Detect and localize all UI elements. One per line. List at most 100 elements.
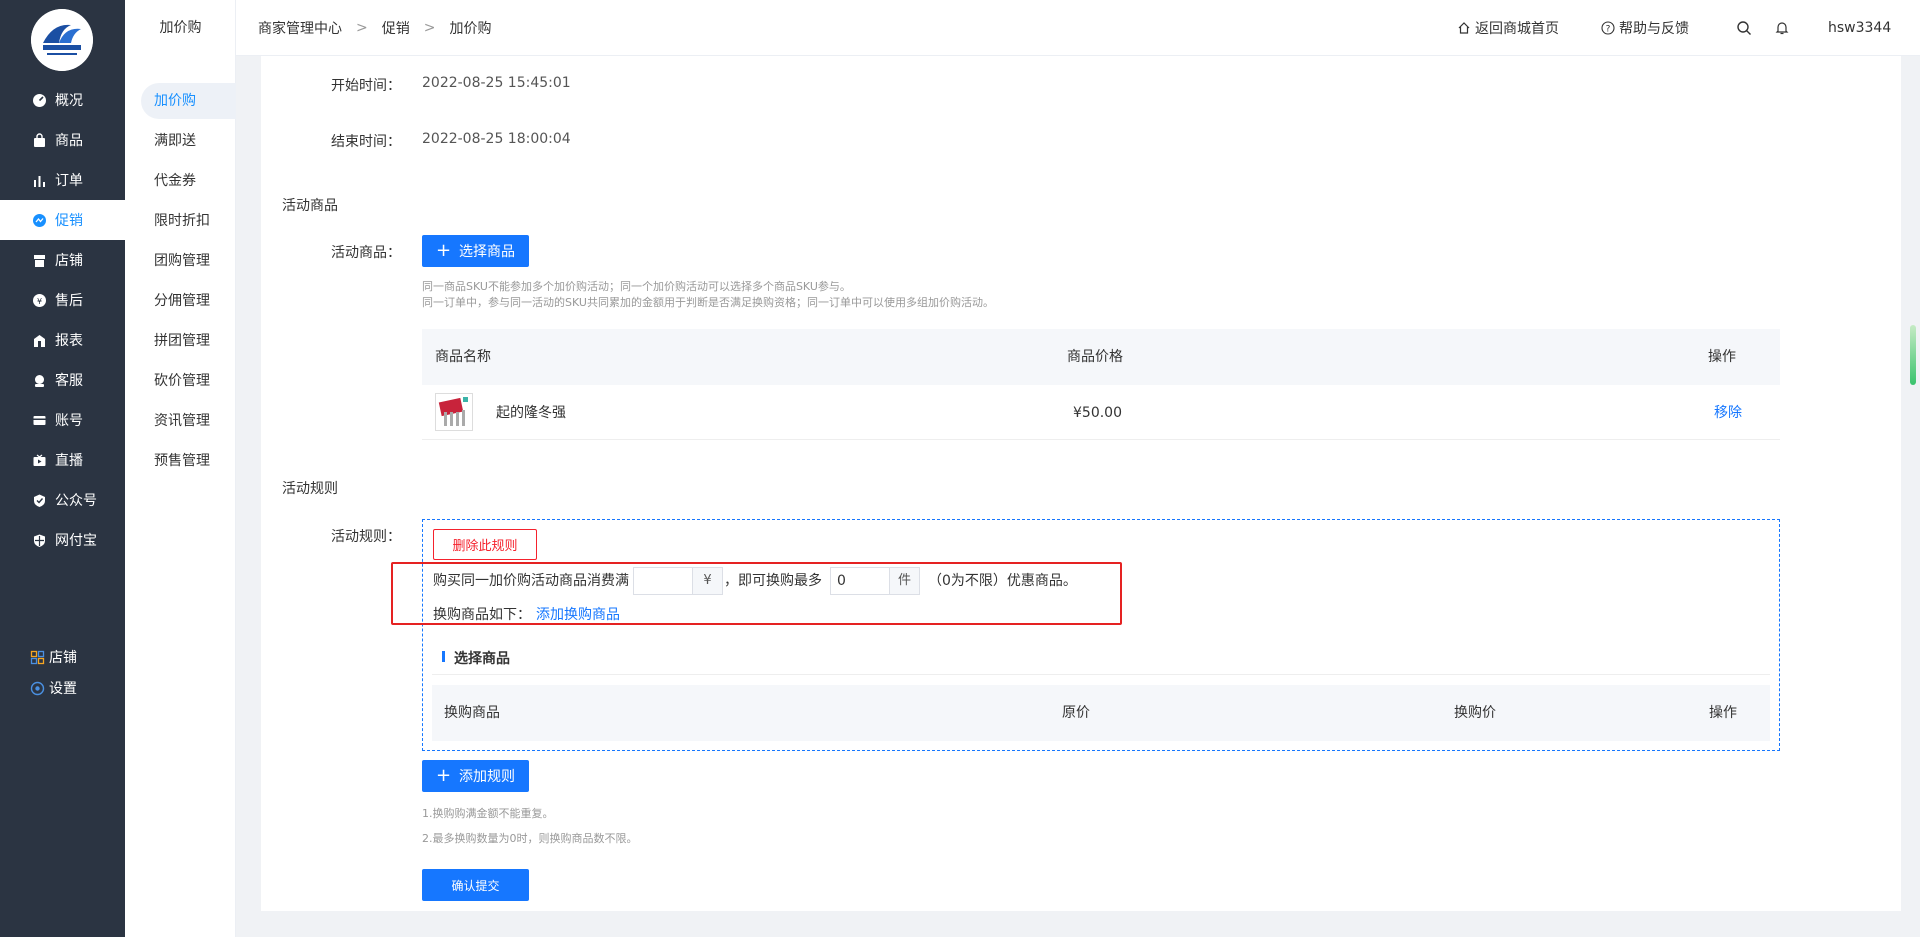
delete-rule-button[interactable]: 删除此规则	[433, 529, 537, 560]
remove-goods-link[interactable]: 移除	[1714, 385, 1742, 441]
goods-thumbnail	[435, 393, 473, 431]
col-goods-price: 商品价格	[1067, 349, 1123, 365]
bag-icon	[32, 132, 47, 148]
sidebar-item-label: 订单	[55, 173, 83, 189]
sidebar-item-label: 促销	[55, 213, 83, 229]
goods-price: ¥50.00	[1073, 405, 1122, 421]
avatar[interactable]	[1810, 21, 1824, 35]
sidebar-item-11[interactable]: 网付宝	[0, 520, 125, 560]
shield-icon	[32, 533, 47, 548]
breadcrumb-merchant[interactable]: 商家管理中心	[258, 18, 342, 38]
promo-icon	[32, 213, 47, 228]
highlight-annotation	[391, 562, 1122, 625]
subbar-title: 加价购	[159, 20, 202, 36]
top-header: 商家管理中心 > 促销 > 加价购 返回商城首页 ? 帮助与反馈 hsw3344	[236, 0, 1920, 56]
subbar-item-9[interactable]: 预售管理	[141, 443, 236, 479]
add-rule-label: 添加规则	[459, 769, 516, 785]
search-icon[interactable]	[1736, 20, 1752, 36]
username[interactable]: hsw3344	[1828, 20, 1891, 36]
exchange-table: 换购商品 原价 换购价 操作	[432, 685, 1770, 741]
help-feedback-link[interactable]: ? 帮助与反馈	[1601, 18, 1689, 38]
sidebar-item-9[interactable]: 直播	[0, 440, 125, 480]
rule-note-2: 2.最多换购数量为0时，则换购商品数不限。	[422, 832, 638, 845]
subbar-item-7[interactable]: 砍价管理	[141, 363, 236, 399]
exchange-table-header: 换购商品 原价 换购价 操作	[432, 685, 1770, 741]
subbar-item-5[interactable]: 分佣管理	[141, 283, 236, 319]
breadcrumb-separator: >	[356, 20, 368, 36]
report-icon	[32, 333, 47, 348]
scrollbar-thumb[interactable]	[1910, 325, 1916, 385]
sidebar-item-label: 账号	[55, 413, 83, 429]
select-goods-title: 选择商品	[454, 651, 510, 667]
goods-table: 商品名称 商品价格 操作 起的隆冬强 ¥50.00 移除	[422, 329, 1780, 440]
plus-icon: +	[435, 240, 452, 261]
subbar-item-1[interactable]: 满即送	[141, 123, 236, 159]
sidebar-item-label: 报表	[55, 333, 83, 349]
sidebar-item-label: 公众号	[55, 493, 97, 509]
subbar-item-4[interactable]: 团购管理	[141, 243, 236, 279]
sidebar-item-1[interactable]: 商品	[0, 120, 125, 160]
sidebar-bottom-label: 店铺	[49, 650, 77, 666]
breadcrumb-promo[interactable]: 促销	[382, 18, 410, 38]
grid-icon	[30, 650, 45, 665]
goods-name: 起的隆冬强	[496, 405, 566, 421]
sidebar-item-7[interactable]: 客服	[0, 360, 125, 400]
sidebar-item-2[interactable]: 订单	[0, 160, 125, 200]
breadcrumb-separator: >	[423, 20, 436, 36]
col-goods-action: 操作	[1708, 349, 1736, 365]
sidebar-item-label: 概况	[55, 93, 83, 109]
sidebar-bottom-item-0[interactable]: 店铺	[30, 647, 77, 667]
goods-label: 活动商品：	[331, 245, 401, 261]
bar-chart-icon	[32, 173, 47, 188]
col-exchange-price: 换购价	[1454, 705, 1496, 721]
sidebar-item-4[interactable]: 店铺	[0, 240, 125, 280]
sidebar-item-6[interactable]: 报表	[0, 320, 125, 360]
sub-sidebar: 加价购 加价购满即送代金券限时折扣团购管理分佣管理拼团管理砍价管理资讯管理预售管…	[125, 0, 236, 937]
subbar-item-0[interactable]: 加价购	[141, 83, 236, 119]
divider	[432, 674, 1770, 675]
sidebar-item-label: 直播	[55, 453, 83, 469]
section-marker	[442, 651, 445, 662]
goods-table-header: 商品名称 商品价格 操作	[422, 329, 1780, 385]
dashboard-icon	[32, 93, 47, 108]
store-icon	[32, 253, 47, 268]
main-sidebar: 概况商品订单促销店铺 ¥ 售后报表客服账号直播公众号网付宝 店铺设置	[0, 0, 125, 937]
subbar-item-8[interactable]: 资讯管理	[141, 403, 236, 439]
svg-text:¥: ¥	[37, 297, 42, 306]
sidebar-bottom-label: 设置	[49, 681, 77, 697]
sidebar-item-label: 售后	[55, 293, 83, 309]
sidebar-bottom-item-1[interactable]: 设置	[30, 678, 77, 698]
card-icon	[32, 413, 47, 428]
submit-button[interactable]: 确认提交	[422, 869, 529, 901]
rule-box: 删除此规则 购买同一加价购活动商品消费满 ¥ ，即可换购最多 0 件 （0为不限…	[422, 519, 1780, 751]
back-home-link[interactable]: 返回商城首页	[1457, 18, 1559, 38]
sidebar-item-0[interactable]: 概况	[0, 80, 125, 120]
goods-hint-2: 同一订单中，参与同一活动的SKU共同累加的金额用于判断是否满足换购资格；同一订单…	[422, 296, 994, 309]
add-rule-button[interactable]: + 添加规则	[422, 760, 529, 792]
select-goods-label: 选择商品	[459, 244, 516, 260]
breadcrumb: 商家管理中心 > 促销 > 加价购	[258, 0, 491, 56]
bell-icon[interactable]	[1774, 20, 1790, 36]
col-exchange-action: 操作	[1709, 705, 1737, 721]
sidebar-item-3[interactable]: 促销	[0, 200, 125, 240]
sidebar-item-8[interactable]: 账号	[0, 400, 125, 440]
company-logo[interactable]	[31, 9, 93, 71]
subbar-item-3[interactable]: 限时折扣	[141, 203, 236, 239]
sidebar-item-label: 客服	[55, 373, 83, 389]
start-time-value: 2022-08-25 15:45:01	[422, 75, 571, 91]
service-icon	[32, 373, 47, 388]
sidebar-item-label: 店铺	[55, 253, 83, 269]
question-icon: ?	[1601, 21, 1615, 35]
start-time-label: 开始时间：	[331, 78, 401, 94]
subbar-item-6[interactable]: 拼团管理	[141, 323, 236, 359]
end-time-value: 2022-08-25 18:00:04	[422, 131, 571, 147]
rule-label: 活动规则：	[331, 529, 401, 545]
sidebar-item-label: 网付宝	[55, 533, 97, 549]
col-original-price: 原价	[1062, 705, 1090, 721]
sidebar-item-10[interactable]: 公众号	[0, 480, 125, 520]
select-goods-button[interactable]: + 选择商品	[422, 235, 529, 267]
subbar-item-2[interactable]: 代金券	[141, 163, 236, 199]
sidebar-item-5[interactable]: ¥ 售后	[0, 280, 125, 320]
rule-section-title: 活动规则	[282, 481, 338, 497]
rule-note-1: 1.换购购满金额不能重复。	[422, 807, 554, 820]
